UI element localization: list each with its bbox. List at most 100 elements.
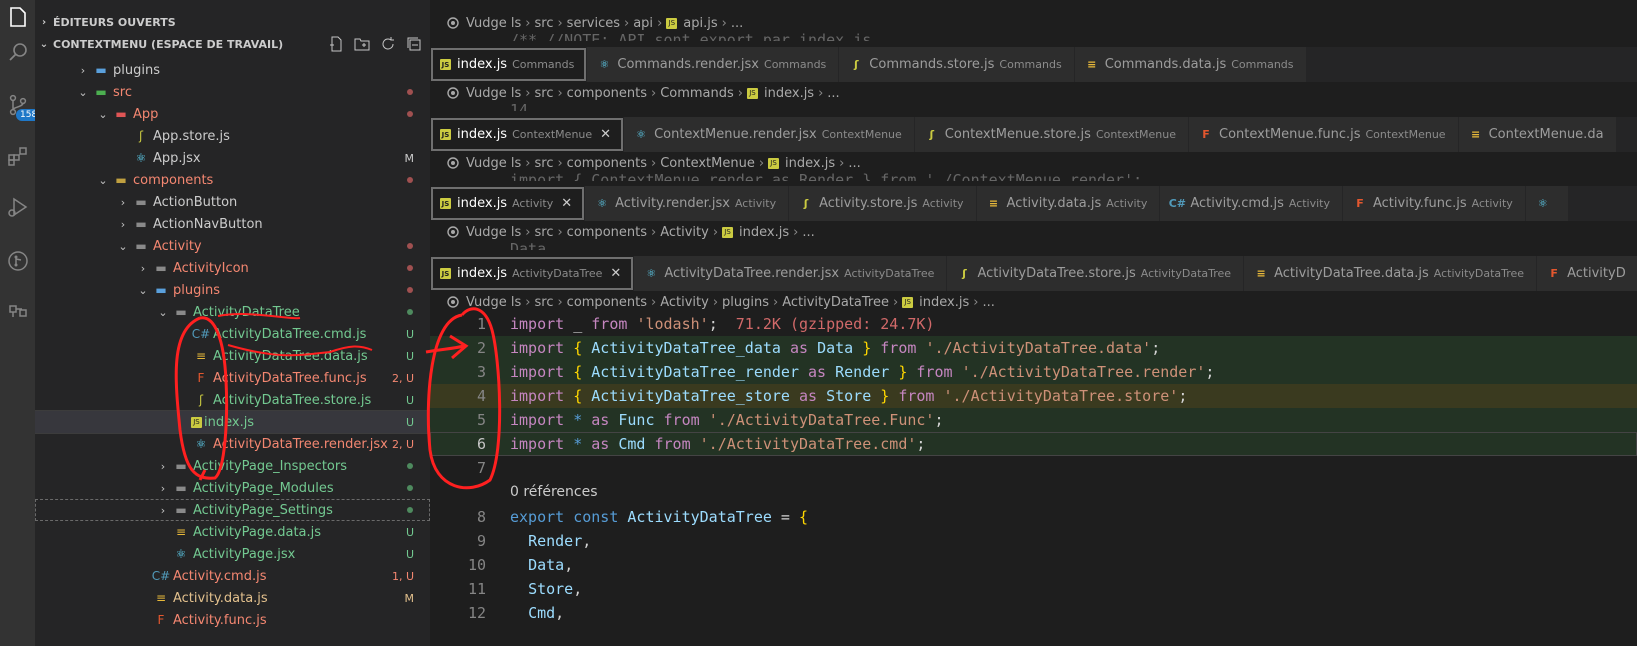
- extensions-icon[interactable]: [0, 140, 35, 174]
- editor-tab[interactable]: ʃ ActivityDataTree.store.js ActivityDataTr…: [947, 256, 1245, 291]
- editor-tab[interactable]: F ActivityD: [1537, 256, 1637, 291]
- tree-item[interactable]: ≡ ActivityPage.data.js U: [35, 521, 430, 543]
- editor-tab[interactable]: ʃ Commands.store.js Commands: [839, 47, 1075, 82]
- tree-item[interactable]: ⌄ ▬ App: [35, 103, 430, 125]
- breadcrumb-segment[interactable]: src: [534, 295, 553, 310]
- breadcrumb-segment[interactable]: Vudge ls: [466, 86, 521, 101]
- breadcrumb-segment[interactable]: ...: [802, 225, 814, 240]
- tree-item[interactable]: ⌄ ▬ src: [35, 81, 430, 103]
- editor-tab[interactable]: ʃ ContextMenue.store.js ContextMenue: [914, 117, 1190, 152]
- breadcrumb-segment[interactable]: index.js: [919, 295, 969, 310]
- breadcrumb-segment[interactable]: ...: [731, 16, 743, 31]
- breadcrumb-segment[interactable]: index.js: [739, 225, 789, 240]
- editor-tab[interactable]: ⚛: [1525, 186, 1569, 221]
- editor-tab[interactable]: JS index.js Commands: [430, 47, 588, 82]
- tree-item[interactable]: JS index.js U: [35, 410, 430, 434]
- search-icon[interactable]: [0, 35, 35, 69]
- editor-tab[interactable]: ≡ ContextMenue.da: [1458, 117, 1617, 152]
- editor-tab[interactable]: ≡ Commands.data.js Commands: [1074, 47, 1307, 82]
- breadcrumb-segment[interactable]: ...: [848, 156, 860, 171]
- explorer-icon[interactable]: [0, 0, 35, 34]
- tree-item[interactable]: ≡ Activity.data.js M: [35, 587, 430, 609]
- breadcrumb-segment[interactable]: ...: [827, 86, 839, 101]
- editor-tab[interactable]: ≡ Activity.data.js Activity: [976, 186, 1161, 221]
- tree-item[interactable]: › ▬ ActivityPage_Inspectors: [35, 455, 430, 477]
- collapse-all-icon[interactable]: [406, 36, 422, 52]
- breadcrumb-segment[interactable]: Vudge ls: [466, 225, 521, 240]
- tree-item[interactable]: › ▬ ActivityIcon: [35, 257, 430, 279]
- tree-item[interactable]: ⚛ App.jsx M: [35, 147, 430, 169]
- tree-item[interactable]: F Activity.func.js: [35, 609, 430, 631]
- code-editor[interactable]: 1 import _ from 'lodash'; 71.2K (gzipped:…: [430, 312, 1637, 646]
- git-graph-icon[interactable]: [0, 244, 35, 278]
- new-folder-icon[interactable]: [354, 36, 370, 52]
- tree-item[interactable]: › ▬ plugins: [35, 59, 430, 81]
- editor-tab[interactable]: JS index.js ContextMenue ✕: [430, 117, 625, 152]
- code-line: 11 Store,: [430, 577, 1637, 601]
- editor-tab[interactable]: JS index.js ActivityDataTree ✕: [430, 256, 635, 291]
- tree-item[interactable]: › ▬ ActivityPage_Modules: [35, 477, 430, 499]
- tree-item[interactable]: ⌄ ▬ plugins: [35, 279, 430, 301]
- breadcrumb-segment[interactable]: Vudge ls: [466, 156, 521, 171]
- breadcrumb-segment[interactable]: services: [567, 16, 620, 31]
- editor-tab[interactable]: F Activity.func.js Activity: [1343, 186, 1526, 221]
- editor-tab[interactable]: ⚛ Activity.render.jsx Activity: [585, 186, 790, 221]
- breadcrumb-segment[interactable]: ...: [982, 295, 994, 310]
- run-debug-icon[interactable]: [0, 190, 35, 224]
- breadcrumb-segment[interactable]: ActivityDataTree: [782, 295, 889, 310]
- breadcrumb-segment[interactable]: plugins: [722, 295, 769, 310]
- breadcrumb-segment[interactable]: index.js: [764, 86, 814, 101]
- breadcrumb-segment[interactable]: src: [534, 225, 553, 240]
- tree-item[interactable]: › ▬ ActivityPage_Settings: [35, 499, 430, 521]
- tree-item[interactable]: › ▬ ActionNavButton: [35, 213, 430, 235]
- tree-item[interactable]: ⌄ ▬ components: [35, 169, 430, 191]
- open-editors-section[interactable]: › ÉDITEURS OUVERTS: [35, 11, 430, 33]
- breadcrumb-segment[interactable]: Vudge ls: [466, 16, 521, 31]
- breadcrumb-segment[interactable]: Vudge ls: [466, 295, 521, 310]
- breadcrumb-segment[interactable]: Activity: [660, 225, 709, 240]
- tree-item[interactable]: › ▬ ActionButton: [35, 191, 430, 213]
- remote-icon[interactable]: [0, 293, 35, 327]
- breadcrumb-segment[interactable]: Activity: [660, 295, 709, 310]
- breadcrumb-segment[interactable]: src: [534, 86, 553, 101]
- tab-description: Activity: [1288, 197, 1330, 210]
- editor-tab[interactable]: F ContextMenue.func.js ContextMenue: [1189, 117, 1459, 152]
- editor-tab[interactable]: ≡ ActivityDataTree.data.js ActivityDataTre…: [1244, 256, 1538, 291]
- editor-tab[interactable]: ʃ Activity.store.js Activity: [789, 186, 977, 221]
- references-codelens[interactable]: 0 références: [510, 484, 598, 500]
- new-file-icon[interactable]: [328, 36, 344, 52]
- breadcrumb-segment[interactable]: components: [567, 225, 647, 240]
- tree-item[interactable]: ʃ ActivityDataTree.store.js U: [35, 389, 430, 411]
- tree-item[interactable]: ʃ App.store.js: [35, 125, 430, 147]
- breadcrumb-segment[interactable]: api.js: [683, 16, 717, 31]
- breadcrumb-segment[interactable]: api: [633, 16, 653, 31]
- close-icon[interactable]: ✕: [610, 266, 621, 281]
- chevron-right-icon: ›: [160, 459, 166, 473]
- tree-item[interactable]: ≡ ActivityDataTree.data.js U: [35, 345, 430, 367]
- tree-item[interactable]: ⚛ ActivityPage.jsx U: [35, 543, 430, 565]
- close-icon[interactable]: ✕: [561, 196, 572, 211]
- editor-tab[interactable]: C# Activity.cmd.js Activity: [1160, 186, 1343, 221]
- tree-item[interactable]: C# Activity.cmd.js 1, U: [35, 565, 430, 587]
- breadcrumb-segment[interactable]: components: [567, 156, 647, 171]
- breadcrumb-segment[interactable]: components: [567, 295, 647, 310]
- workspace-section[interactable]: ⌄ CONTEXTMENU (ESPACE DE TRAVAIL): [35, 33, 430, 55]
- editor-tab[interactable]: ⚛ Commands.render.jsx Commands: [587, 47, 840, 82]
- editor-tab[interactable]: ⚛ ActivityDataTree.render.jsx ActivityData…: [634, 256, 948, 291]
- breadcrumb-segment[interactable]: components: [567, 86, 647, 101]
- refresh-icon[interactable]: [380, 36, 396, 52]
- tree-item[interactable]: ⚛ ActivityDataTree.render.jsx 2, U: [35, 433, 430, 455]
- breadcrumb-segment[interactable]: ContextMenue: [660, 156, 755, 171]
- code-token: =: [771, 508, 799, 526]
- breadcrumb-segment[interactable]: src: [534, 16, 553, 31]
- tree-item[interactable]: C# ActivityDataTree.cmd.js U: [35, 323, 430, 345]
- editor-tab[interactable]: ⚛ ContextMenue.render.jsx ContextMenue: [624, 117, 915, 152]
- tree-item[interactable]: ⌄ ▬ ActivityDataTree: [35, 301, 430, 323]
- breadcrumb-segment[interactable]: src: [534, 156, 553, 171]
- close-icon[interactable]: ✕: [600, 127, 611, 142]
- editor-tab[interactable]: JS index.js Activity ✕: [430, 186, 586, 221]
- breadcrumb-segment[interactable]: index.js: [785, 156, 835, 171]
- tree-item[interactable]: F ActivityDataTree.func.js 2, U: [35, 367, 430, 389]
- tree-item[interactable]: ⌄ ▬ Activity: [35, 235, 430, 257]
- breadcrumb-segment[interactable]: Commands: [660, 86, 734, 101]
